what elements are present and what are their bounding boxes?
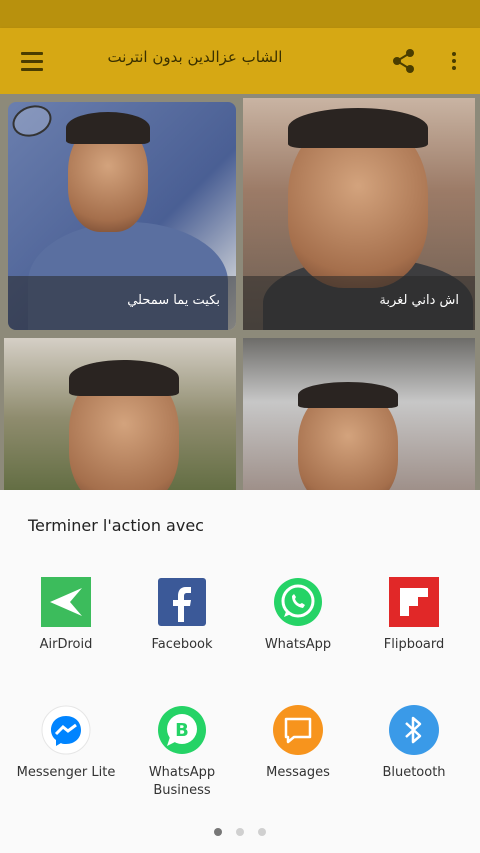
share-target-whatsapp-business[interactable]: B WhatsApp Business bbox=[124, 704, 240, 800]
share-target-label: Facebook bbox=[151, 637, 213, 652]
page-indicator bbox=[0, 828, 480, 836]
song-grid: بكيت يما سمحلي اش داني لغربة bbox=[0, 94, 480, 494]
svg-text:B: B bbox=[175, 720, 189, 741]
song-caption: اش داني لغربة bbox=[243, 276, 475, 330]
share-sheet: Terminer l'action avec AirDroid Facebook bbox=[0, 490, 480, 853]
whatsapp-icon bbox=[272, 576, 324, 628]
flipboard-icon bbox=[388, 576, 440, 628]
ellipse-icon bbox=[8, 102, 56, 142]
page-dot[interactable] bbox=[214, 828, 222, 836]
share-target-messages[interactable]: Messages bbox=[240, 704, 356, 782]
photo-hair bbox=[69, 360, 179, 396]
song-card[interactable]: اش داني لغربة bbox=[243, 98, 475, 330]
more-vert-icon[interactable] bbox=[440, 47, 468, 75]
app-title: الشاب عزالدين بدون انترنت bbox=[107, 48, 283, 66]
share-target-airdroid[interactable]: AirDroid bbox=[8, 576, 124, 654]
bluetooth-icon bbox=[388, 704, 440, 756]
page-dot[interactable] bbox=[258, 828, 266, 836]
facebook-icon bbox=[156, 576, 208, 628]
share-target-label: Messages bbox=[266, 765, 330, 780]
page-dot[interactable] bbox=[236, 828, 244, 836]
photo-hair bbox=[298, 382, 398, 408]
status-bar bbox=[0, 0, 480, 28]
share-target-label: WhatsApp Business bbox=[148, 765, 216, 798]
app-bar: الشاب عزالدين بدون انترنت bbox=[0, 28, 480, 94]
share-target-label: AirDroid bbox=[39, 637, 93, 652]
share-target-whatsapp[interactable]: WhatsApp bbox=[240, 576, 356, 654]
song-card[interactable] bbox=[4, 338, 236, 494]
photo-hair bbox=[66, 112, 150, 144]
share-target-label: Bluetooth bbox=[382, 765, 446, 780]
share-target-label: Messenger Lite bbox=[16, 765, 116, 780]
share-target-bluetooth[interactable]: Bluetooth bbox=[356, 704, 472, 782]
photo-hair bbox=[288, 108, 428, 148]
share-icon[interactable] bbox=[390, 47, 418, 75]
whatsapp-business-icon: B bbox=[156, 704, 208, 756]
song-card[interactable] bbox=[243, 338, 475, 494]
song-card[interactable]: بكيت يما سمحلي bbox=[8, 102, 236, 330]
share-target-messenger-lite[interactable]: Messenger Lite bbox=[8, 704, 124, 782]
hamburger-menu-icon[interactable] bbox=[14, 45, 50, 77]
share-target-flipboard[interactable]: Flipboard bbox=[356, 576, 472, 654]
share-sheet-title: Terminer l'action avec bbox=[28, 516, 204, 535]
airdroid-icon bbox=[40, 576, 92, 628]
share-target-facebook[interactable]: Facebook bbox=[124, 576, 240, 654]
share-target-label: WhatsApp bbox=[264, 637, 332, 652]
share-target-label: Flipboard bbox=[383, 637, 445, 652]
messages-icon bbox=[272, 704, 324, 756]
messenger-lite-icon bbox=[40, 704, 92, 756]
song-caption: بكيت يما سمحلي bbox=[8, 276, 236, 330]
